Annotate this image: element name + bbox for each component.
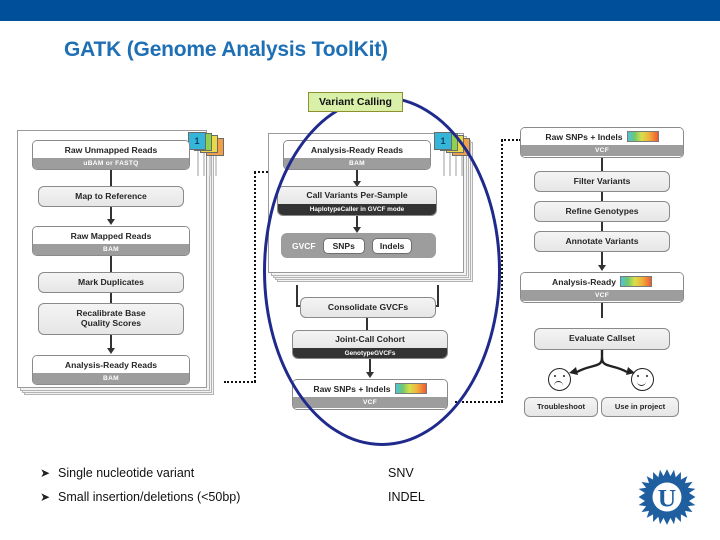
- dotted-connector-segment: [254, 172, 256, 382]
- bullet-code: SNV: [388, 466, 414, 480]
- box-analysis-ready-vcf[interactable]: Analysis-Ready VCF: [520, 272, 684, 303]
- box-use-in-project[interactable]: Use in project: [601, 397, 679, 417]
- connector: [110, 293, 112, 303]
- box-troubleshoot[interactable]: Troubleshoot: [524, 397, 598, 417]
- bullet-marker-icon: ➤: [40, 466, 51, 480]
- box-title: Analysis-Ready Reads: [33, 356, 189, 373]
- header-accent-bar: [0, 0, 720, 21]
- box-title: Raw SNPs + Indels: [521, 128, 683, 145]
- box-subtitle: BAM: [33, 373, 189, 384]
- bullet-marker-icon: ➤: [40, 490, 51, 504]
- mouth: [636, 380, 646, 386]
- box-subtitle: VCF: [521, 145, 683, 156]
- connector: [601, 222, 603, 231]
- connector: [601, 303, 603, 318]
- box-title-line2: Quality Scores: [80, 318, 142, 328]
- eye: [554, 375, 557, 378]
- arrow-down: [107, 207, 115, 225]
- logo-letter: U: [658, 483, 676, 512]
- box-mark-duplicates[interactable]: Mark Duplicates: [38, 272, 184, 293]
- variant-calling-highlight-ellipse: [263, 96, 501, 446]
- box-title: Analysis-Ready: [521, 273, 683, 290]
- tab-number-label: 1: [194, 136, 200, 146]
- bullet-text: Small insertion/deletions (<50bp): [58, 490, 241, 504]
- university-logo: U: [638, 469, 696, 525]
- box-raw-unmapped-reads[interactable]: Raw Unmapped Reads uBAM or FASTQ: [32, 140, 190, 170]
- bullet-text: Single nucleotide variant: [58, 466, 195, 480]
- rainbow-gradient-icon: [620, 276, 652, 287]
- connector: [601, 192, 603, 201]
- sad-face-icon: [548, 368, 571, 391]
- list-item: ➤ Single nucleotide variant SNV: [40, 466, 425, 490]
- eye: [562, 375, 565, 378]
- box-title: Raw Mapped Reads: [33, 227, 189, 244]
- box-raw-snps-indels-input[interactable]: Raw SNPs + Indels VCF: [520, 127, 684, 158]
- connector: [110, 256, 112, 272]
- box-title: Raw Unmapped Reads: [33, 141, 189, 158]
- connector: [601, 158, 603, 171]
- connector: [110, 170, 112, 186]
- variant-calling-callout: Variant Calling: [308, 92, 403, 112]
- box-annotate-variants[interactable]: Annotate Variants: [534, 231, 670, 252]
- dotted-connector-segment: [501, 140, 503, 402]
- box-subtitle: BAM: [33, 244, 189, 255]
- box-filter-variants[interactable]: Filter Variants: [534, 171, 670, 192]
- bullet-code: INDEL: [388, 490, 425, 504]
- box-title-text: Analysis-Ready: [551, 276, 616, 287]
- rainbow-gradient-icon: [626, 131, 659, 142]
- arrow-down: [598, 252, 606, 271]
- tab-number-1[interactable]: 1: [188, 132, 206, 150]
- box-evaluate-callset[interactable]: Evaluate Callset: [534, 328, 670, 350]
- dotted-connector-segment: [501, 139, 521, 141]
- eye: [637, 375, 640, 378]
- list-item: ➤ Small insertion/deletions (<50bp) INDE…: [40, 490, 425, 514]
- box-recalibrate-base-quality-scores[interactable]: Recalibrate Base Quality Scores: [38, 303, 184, 335]
- tab-stem: [197, 150, 199, 176]
- tab-stem: [203, 150, 205, 176]
- box-title-text: Raw SNPs + Indels: [545, 131, 623, 142]
- eye: [645, 375, 648, 378]
- happy-face-icon: [631, 368, 654, 391]
- box-map-to-reference[interactable]: Map to Reference: [38, 186, 184, 207]
- box-subtitle: VCF: [521, 290, 683, 301]
- page-title: GATK (Genome Analysis ToolKit): [64, 38, 388, 61]
- mouth: [553, 381, 563, 387]
- box-raw-mapped-reads[interactable]: Raw Mapped Reads BAM: [32, 226, 190, 256]
- dotted-connector-segment: [455, 401, 503, 403]
- arrow-down: [107, 335, 115, 354]
- dotted-connector-segment: [224, 381, 256, 383]
- box-refine-genotypes[interactable]: Refine Genotypes: [534, 201, 670, 222]
- box-subtitle: uBAM or FASTQ: [33, 158, 189, 169]
- bullet-list: ➤ Single nucleotide variant SNV ➤ Small …: [40, 466, 425, 514]
- phase1-tab-stack: 1: [186, 132, 236, 178]
- box-analysis-ready-reads[interactable]: Analysis-Ready Reads BAM: [32, 355, 190, 385]
